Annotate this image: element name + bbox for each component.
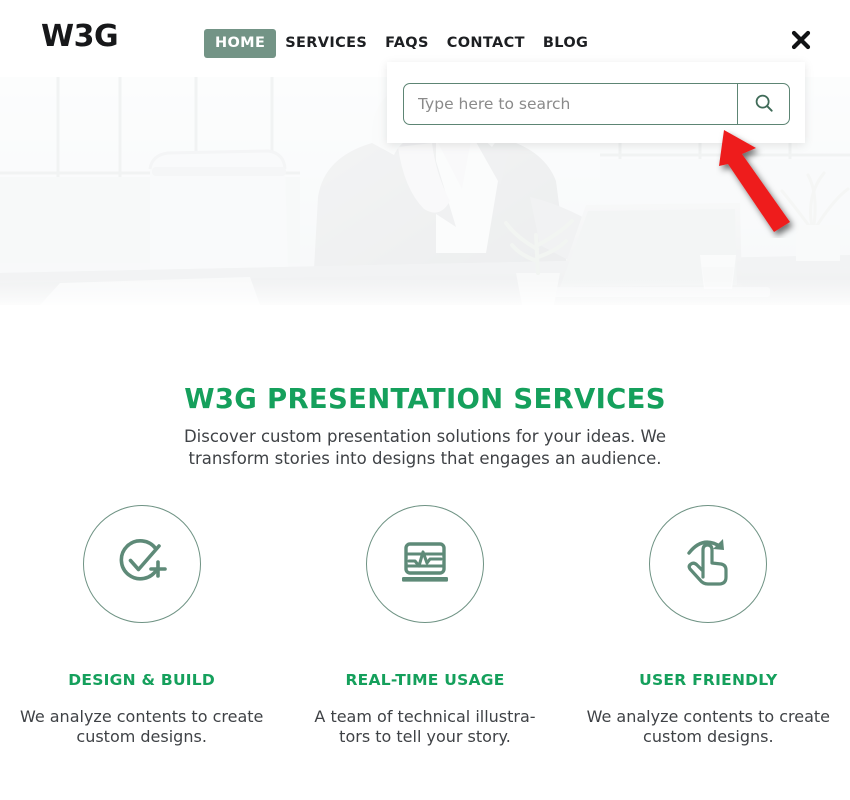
nav-item-home[interactable]: HOME [204,29,277,58]
feature-description: A team of technical illustra-tors to tel… [314,706,536,746]
feature-title: REAL-TIME USAGE [345,671,505,689]
nav-item-services[interactable]: SERVICES [276,30,376,57]
feature-card-user-friendly[interactable]: USER FRIENDLY We analyze contents to cre… [567,505,850,747]
services-subtitle: Discover custom presentation solutions f… [183,427,667,468]
main-nav: HOME SERVICES FAQS CONTACT BLOG [204,29,597,58]
hand-swipe-icon [679,533,737,596]
services-title: W3G PRESENTATION SERVICES [184,383,666,415]
search-form [403,83,790,125]
search-input[interactable] [404,84,737,124]
feature-icon-circle [365,505,484,623]
magnifier-icon [753,92,775,117]
check-circle-plus-icon [112,532,172,597]
feature-icon-circle [82,505,201,623]
feature-description: We analyze contents to create custom des… [19,706,264,746]
close-x-icon[interactable] [788,27,814,53]
feature-card-design-build[interactable]: DESIGN & BUILD We analyze contents to cr… [0,505,283,747]
feature-title: DESIGN & BUILD [68,671,216,689]
nav-item-blog[interactable]: BLOG [534,30,597,57]
page-root: W3G HOME SERVICES FAQS CONTACT BLOG Type… [0,0,850,800]
search-panel [387,62,805,143]
services-section: W3G PRESENTATION SERVICES Discover custo… [0,305,850,800]
laptop-chart-icon [396,533,454,596]
site-logo[interactable]: W3G [41,22,119,52]
features-row: DESIGN & BUILD We analyze contents to cr… [0,505,850,747]
feature-description: We analyze contents to create custom des… [586,706,831,746]
feature-icon-circle [649,505,768,623]
feature-title: USER FRIENDLY [639,671,778,689]
feature-card-real-time-usage[interactable]: REAL-TIME USAGE A team of technical illu… [283,505,566,747]
nav-item-faqs[interactable]: FAQS [376,30,438,57]
search-submit-button[interactable] [737,84,789,124]
nav-item-contact[interactable]: CONTACT [438,30,534,57]
